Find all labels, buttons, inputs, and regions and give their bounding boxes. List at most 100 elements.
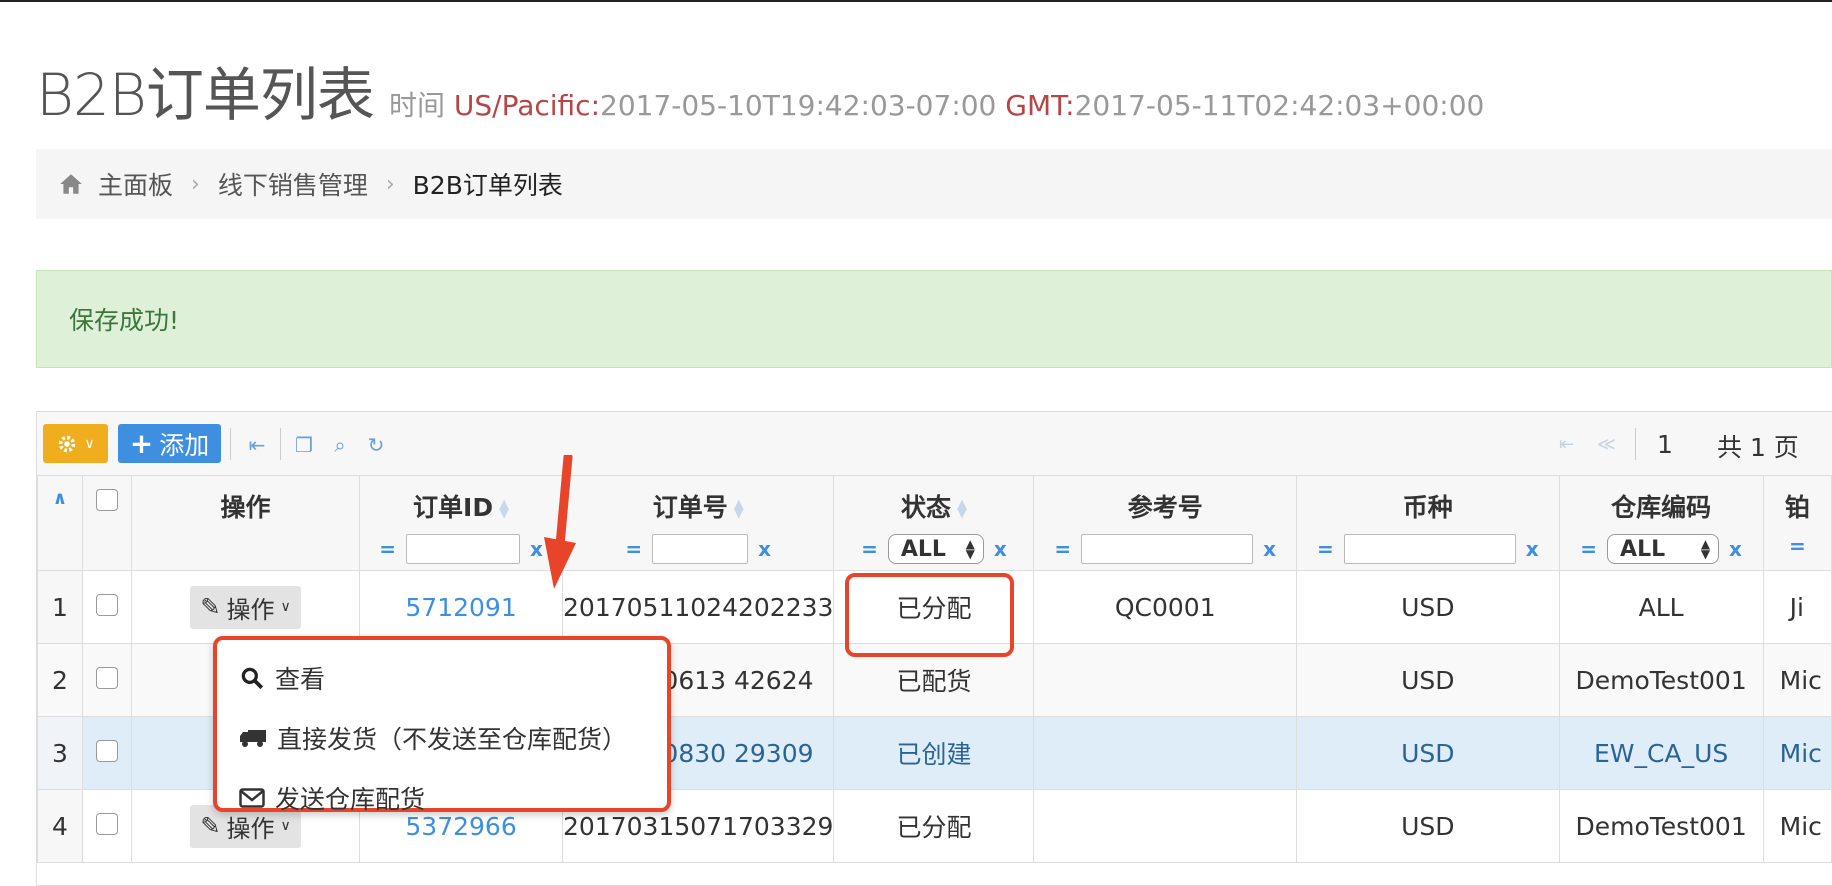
status-cell: 已创建 bbox=[833, 716, 1035, 790]
collapse-header[interactable]: ∧ bbox=[37, 475, 83, 571]
order-id-link[interactable]: 5712091 bbox=[405, 593, 516, 622]
breadcrumb-parent[interactable]: 线下销售管理 bbox=[218, 166, 368, 202]
clear-filter-button[interactable]: x bbox=[758, 537, 771, 561]
col-warehouse: 仓库编码 = ALL ▲ ▼ x bbox=[1558, 475, 1764, 571]
plus-icon: + bbox=[129, 427, 154, 460]
menu-item-label: 直接发货（不发送至仓库配货） bbox=[277, 725, 628, 754]
status-highlight-box bbox=[845, 573, 1014, 657]
select-all-checkbox[interactable] bbox=[95, 489, 118, 511]
row-checkbox[interactable] bbox=[95, 666, 118, 689]
sort-icon[interactable]: ▲ ▼ bbox=[734, 498, 744, 520]
breadcrumb: 主面板 › 线下销售管理 › B2B订单列表 bbox=[36, 149, 1832, 219]
row-checkbox[interactable] bbox=[95, 593, 118, 616]
chevron-right-icon: › bbox=[191, 171, 200, 197]
chevron-down-icon: ∨ bbox=[280, 818, 291, 834]
row-number: 1 bbox=[37, 570, 83, 644]
settings-button[interactable]: ∨ bbox=[43, 424, 108, 463]
time-label: 时间 bbox=[388, 89, 445, 122]
menu-item-ship-direct[interactable]: 直接发货（不发送至仓库配货） bbox=[239, 720, 627, 756]
col-warehouse-label: 仓库编码 bbox=[1611, 493, 1712, 522]
filter-op[interactable]: = bbox=[379, 537, 396, 561]
select-arrows-icon: ▲ ▼ bbox=[965, 537, 975, 561]
col-ref-no: 参考号 = x bbox=[1033, 475, 1298, 571]
clear-filter-button[interactable]: x bbox=[1526, 537, 1539, 561]
toolbar-divider bbox=[230, 428, 231, 460]
add-button-label: 添加 bbox=[159, 430, 210, 460]
next-cell: Mic bbox=[1762, 789, 1832, 863]
clear-filter-button[interactable]: x bbox=[1263, 537, 1276, 561]
col-order-no-label: 订单号 bbox=[652, 493, 728, 522]
filter-op[interactable]: = bbox=[1054, 537, 1071, 561]
col-ops-label: 操作 bbox=[220, 493, 271, 522]
col-currency-label: 币种 bbox=[1402, 493, 1453, 522]
menu-item-send-warehouse[interactable]: 发送仓库配货 bbox=[239, 780, 425, 816]
status-cell: 已分配 bbox=[833, 789, 1035, 863]
copy-icon[interactable]: ❐ bbox=[293, 434, 315, 456]
edit-icon: ✎ bbox=[200, 593, 221, 621]
success-alert: 保存成功! bbox=[36, 270, 1832, 368]
clear-filter-button[interactable]: x bbox=[994, 537, 1007, 561]
filter-op[interactable]: = bbox=[1317, 537, 1334, 561]
ref-cell: QC0001 bbox=[1033, 570, 1298, 644]
page-number[interactable]: 1 bbox=[1657, 430, 1673, 459]
ref-cell bbox=[1033, 643, 1298, 717]
status-filter-select[interactable]: ALL ▲ ▼ bbox=[887, 534, 984, 564]
grid-toolbar: ∨ + 添加 ⇤ ❐ ⌕ ↻ ⇤ ≪ 1 共 1 页 bbox=[37, 412, 1832, 476]
row-checkbox[interactable] bbox=[95, 739, 118, 762]
warehouse-cell: EW_CA_US bbox=[1558, 716, 1764, 790]
search-icon[interactable]: ⌕ bbox=[329, 434, 351, 456]
clear-filter-button[interactable]: x bbox=[1729, 537, 1742, 561]
row-select-cell bbox=[81, 643, 132, 717]
ref-cell bbox=[1033, 789, 1298, 863]
chevron-up-icon[interactable]: ∧ bbox=[38, 488, 81, 509]
order-id-filter-input[interactable] bbox=[406, 534, 520, 564]
status-select-value: ALL bbox=[900, 536, 946, 562]
ref-no-filter-input[interactable] bbox=[1081, 534, 1254, 564]
tz-pacific-label: US/Pacific: bbox=[453, 89, 600, 122]
warehouse-filter-select[interactable]: ALL ▲ ▼ bbox=[1607, 534, 1720, 564]
col-currency: 币种 = x bbox=[1296, 475, 1560, 571]
menu-item-view[interactable]: 查看 bbox=[239, 660, 325, 696]
toolbar-divider bbox=[280, 428, 281, 460]
col-ops: 操作 bbox=[130, 475, 361, 571]
filter-op[interactable]: = bbox=[861, 537, 878, 561]
toolbar-divider bbox=[1635, 428, 1636, 460]
col-status[interactable]: 状态 ▲ ▼ = ALL ▲ ▼ x bbox=[833, 475, 1035, 571]
currency-filter-input[interactable] bbox=[1343, 534, 1516, 564]
sort-icon[interactable]: ▲ ▼ bbox=[957, 498, 967, 520]
next-cell: Mic bbox=[1762, 716, 1832, 790]
annotation-arrow-icon bbox=[544, 455, 576, 589]
next-cell: Mic bbox=[1762, 643, 1832, 717]
ops-cell: ✎ 操作 ∨ bbox=[130, 570, 361, 644]
currency-cell: USD bbox=[1296, 789, 1560, 863]
warehouse-cell: DemoTest001 bbox=[1558, 789, 1764, 863]
col-order-no[interactable]: 订单号 ▲ ▼ = x bbox=[562, 475, 835, 571]
row-number: 3 bbox=[37, 716, 83, 790]
prev-page-icon[interactable]: ≪ bbox=[1597, 434, 1616, 455]
ops-label: 操作 bbox=[226, 595, 275, 624]
row-select-cell bbox=[81, 570, 132, 644]
header-row: ∧ 操作 订单ID ▲ ▼ = x 订单号 ▲ ▼ = x 状态 ▲ ▼ = ALL ▲ ▼ x 参考号 bbox=[37, 475, 1832, 571]
row-checkbox[interactable] bbox=[95, 812, 118, 835]
col-status-label: 状态 bbox=[900, 493, 951, 522]
truck-icon bbox=[240, 730, 266, 747]
filter-op[interactable]: = bbox=[1580, 537, 1597, 561]
col-next: 铂 = bbox=[1762, 475, 1832, 571]
home-icon bbox=[60, 174, 82, 194]
add-button[interactable]: + 添加 bbox=[118, 424, 221, 463]
search-icon bbox=[241, 667, 264, 690]
order-no-filter-input[interactable] bbox=[652, 534, 749, 564]
breadcrumb-home[interactable]: 主面板 bbox=[98, 166, 173, 202]
chevron-right-icon: › bbox=[385, 171, 395, 197]
refresh-icon[interactable]: ↻ bbox=[365, 434, 387, 456]
sort-icon[interactable]: ▲ ▼ bbox=[499, 498, 509, 520]
first-page-icon[interactable]: ⇤ bbox=[1559, 434, 1574, 455]
gear-icon bbox=[59, 435, 76, 452]
time-info: 时间 US/Pacific:2017-05-10T19:42:03-07:00 … bbox=[389, 89, 1484, 122]
next-cell: Ji bbox=[1762, 570, 1832, 644]
collapse-left-icon[interactable]: ⇤ bbox=[246, 434, 268, 456]
filter-op[interactable]: = bbox=[625, 537, 642, 561]
ops-dropdown-button[interactable]: ✎ 操作 ∨ bbox=[190, 585, 301, 629]
order-no-cell: 20170511024202233 bbox=[562, 570, 835, 644]
filter-op[interactable]: = bbox=[1789, 534, 1806, 558]
